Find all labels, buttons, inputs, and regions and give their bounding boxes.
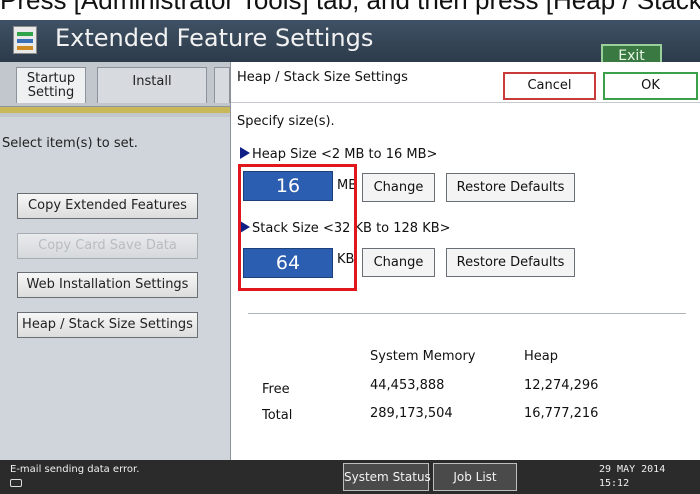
- status-time: 15:12: [599, 478, 630, 489]
- status-date: 29 MAY 2014: [599, 464, 666, 475]
- free-row-label: Free: [262, 382, 290, 397]
- total-system-memory: 289,173,504: [370, 406, 453, 421]
- specify-instruction: Specify size(s).: [237, 114, 335, 129]
- total-heap: 16,777,216: [524, 406, 599, 421]
- select-instruction: Select item(s) to set.: [2, 136, 138, 151]
- system-memory-header: System Memory: [370, 349, 476, 364]
- status-bar: E-mail sending data error. System Status…: [0, 460, 700, 494]
- system-status-button[interactable]: System Status: [343, 463, 431, 491]
- highlight-box: [238, 164, 357, 291]
- copy-card-save-data-button: Copy Card Save Data: [17, 233, 198, 259]
- free-heap: 12,274,296: [524, 378, 599, 393]
- instruction-caption: Press [Administrator Tools] tab, and the…: [0, 0, 700, 20]
- title-bar: Extended Feature Settings Exit: [0, 20, 700, 68]
- triangle-bullet-icon: [240, 147, 250, 159]
- tab-underline: [0, 106, 230, 113]
- heap-restore-defaults-button[interactable]: Restore Defaults: [446, 173, 575, 202]
- job-list-button[interactable]: Job List: [433, 463, 517, 491]
- heap-size-range: Heap Size <2 MB to 16 MB>: [240, 147, 437, 162]
- total-row-label: Total: [262, 408, 293, 423]
- dialog-title: Heap / Stack Size Settings: [237, 70, 408, 85]
- dialog-divider: [231, 102, 700, 103]
- extended-feature-icon: [13, 26, 37, 54]
- ok-button[interactable]: OK: [603, 72, 698, 100]
- heap-stack-size-settings-button[interactable]: Heap / Stack Size Settings: [17, 312, 198, 338]
- tab-startup-setting[interactable]: Startup Setting: [16, 67, 86, 103]
- tab-bar: Startup Setting Install: [0, 62, 230, 117]
- heap-header: Heap: [524, 349, 558, 364]
- status-message: E-mail sending data error.: [10, 464, 140, 475]
- tab-administrator-tools[interactable]: [214, 67, 230, 103]
- message-icon: [10, 479, 22, 487]
- free-system-memory: 44,453,888: [370, 378, 445, 393]
- heap-stack-dialog: Heap / Stack Size Settings Cancel OK Spe…: [230, 62, 700, 460]
- heap-range-label: Heap Size <2 MB to 16 MB>: [252, 147, 438, 162]
- left-panel: Startup Setting Install Select item(s) t…: [0, 62, 230, 460]
- tab-install[interactable]: Install: [97, 67, 207, 103]
- cancel-button[interactable]: Cancel: [503, 72, 596, 100]
- web-installation-settings-button[interactable]: Web Installation Settings: [17, 272, 198, 298]
- stack-restore-defaults-button[interactable]: Restore Defaults: [446, 248, 575, 277]
- copy-extended-features-button[interactable]: Copy Extended Features: [17, 193, 198, 219]
- memory-divider: [248, 313, 686, 314]
- stack-change-button[interactable]: Change: [362, 248, 435, 277]
- caption-text: Press [Administrator Tools] tab, and the…: [0, 0, 700, 15]
- window-title: Extended Feature Settings: [55, 24, 374, 52]
- heap-change-button[interactable]: Change: [362, 173, 435, 202]
